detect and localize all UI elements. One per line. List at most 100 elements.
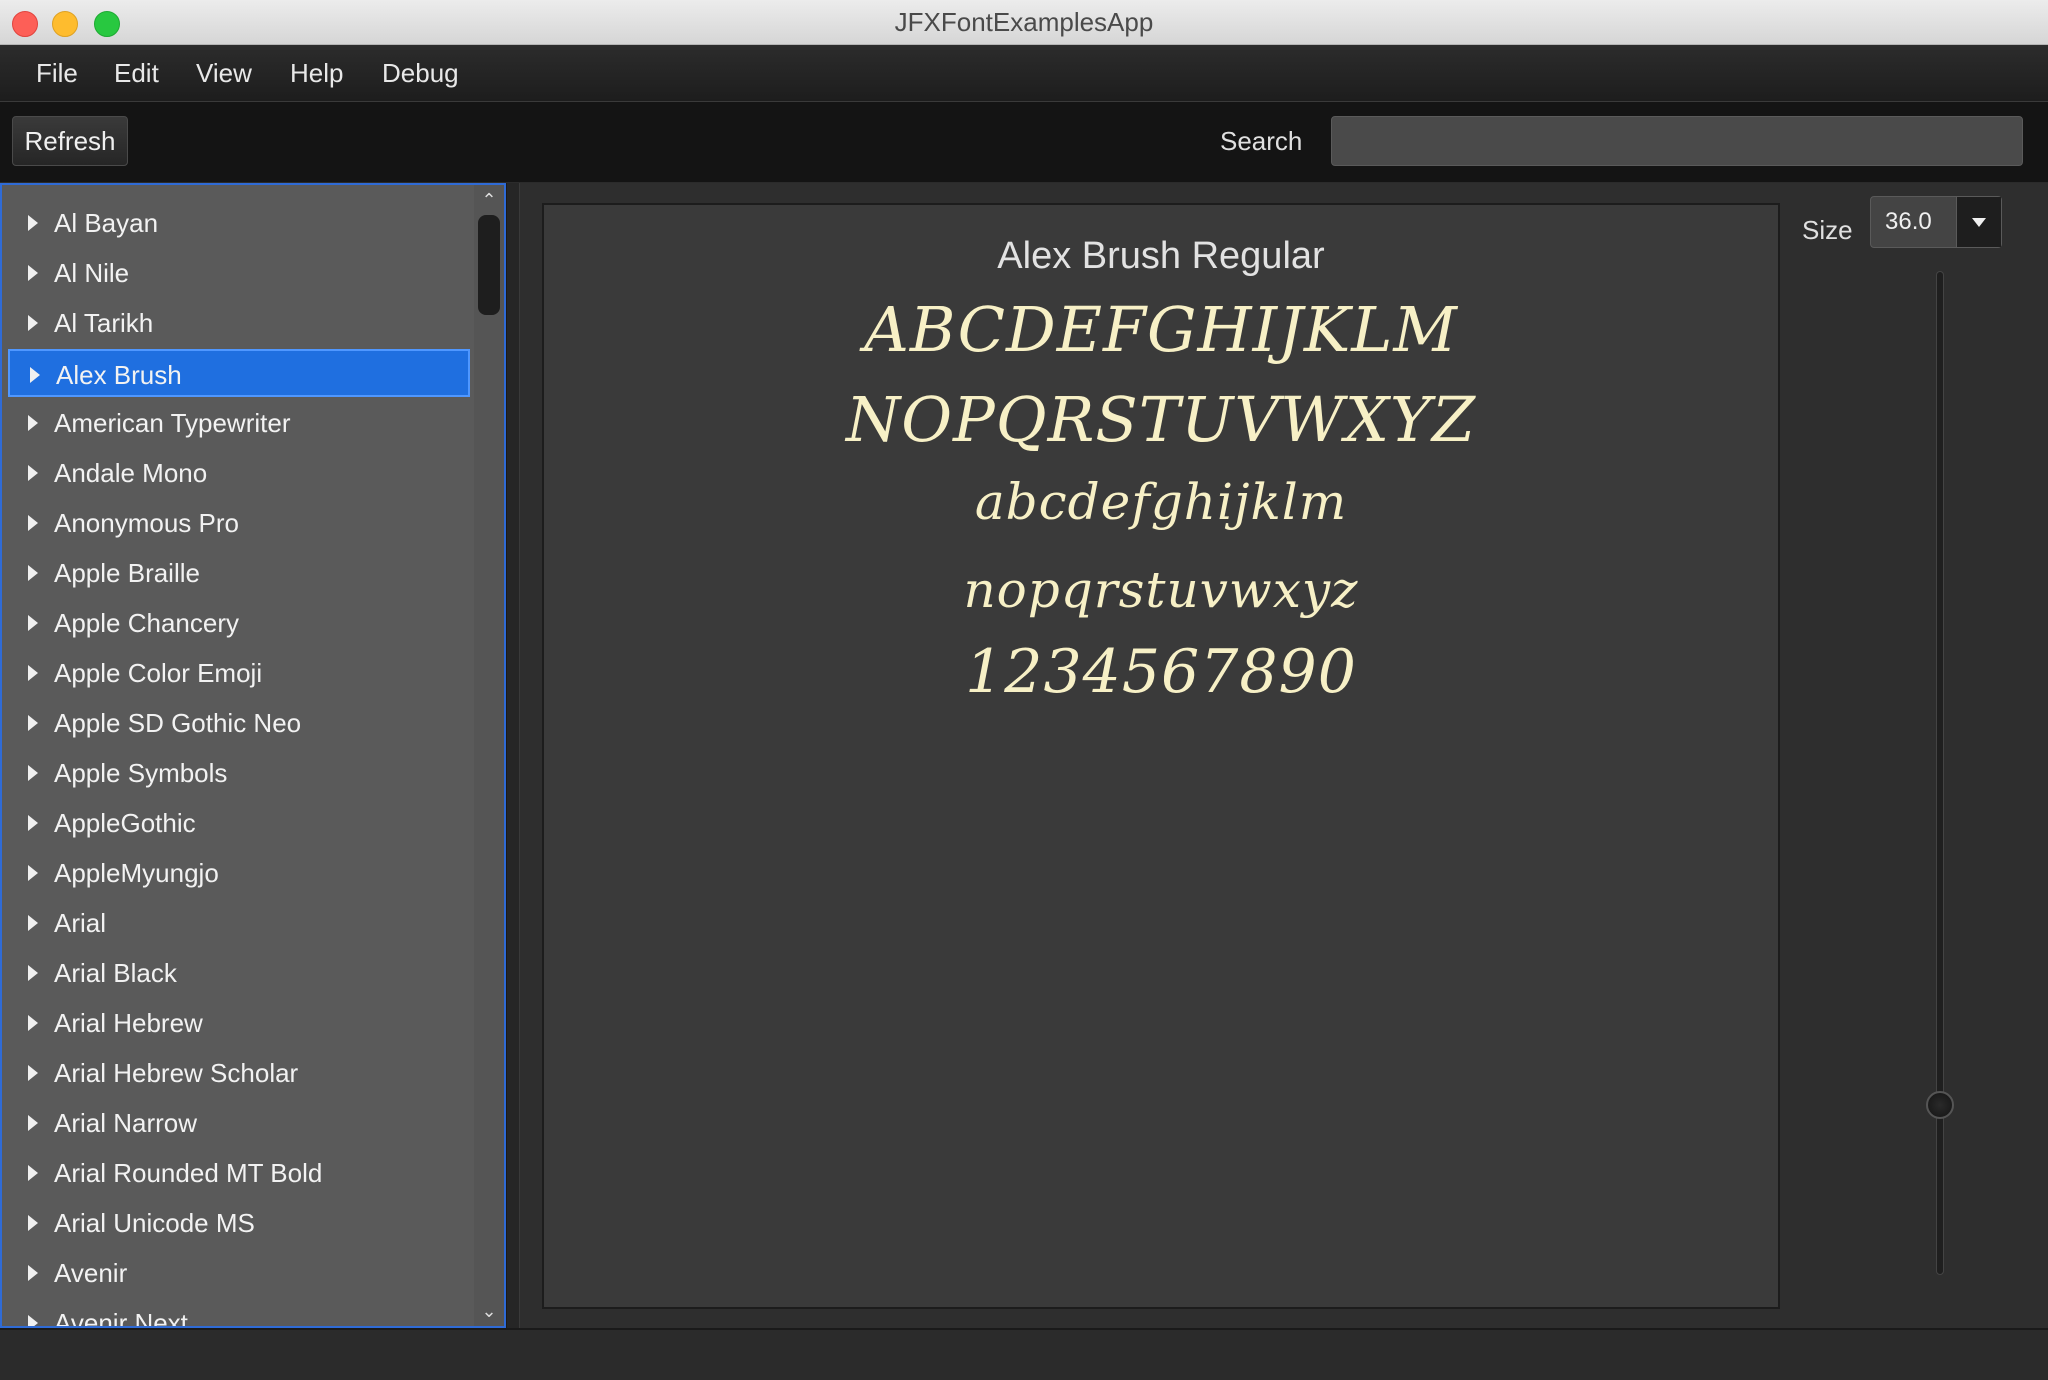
size-value: 36.0 [1885, 208, 1932, 235]
font-list-item[interactable]: Avenir [8, 1249, 470, 1297]
triangle-right-icon[interactable] [30, 367, 40, 383]
list-scrollbar[interactable] [474, 185, 504, 1326]
menu-edit[interactable]: Edit [114, 45, 159, 101]
triangle-right-icon[interactable] [28, 465, 38, 481]
font-list-item[interactable]: Arial Black [8, 949, 470, 997]
menu-file[interactable]: File [36, 45, 78, 101]
triangle-right-icon[interactable] [28, 1165, 38, 1181]
font-list-item-label: Apple Braille [54, 558, 200, 588]
font-list-item[interactable]: Al Bayan [8, 199, 470, 247]
font-list-item[interactable]: Alex Brush [8, 349, 470, 397]
triangle-right-icon[interactable] [28, 915, 38, 931]
font-list[interactable]: Al Bayan Al Nile Al Tarikh Alex Brush Americ… [0, 183, 506, 1328]
triangle-right-icon[interactable] [28, 1065, 38, 1081]
font-list-item-label: Andale Mono [54, 458, 208, 488]
size-slider-thumb[interactable] [1926, 1090, 1954, 1119]
font-list-item-label: Al Nile [54, 258, 130, 288]
font-list-item-label: Apple Color Emoji [54, 658, 263, 688]
size-dropdown-button[interactable] [1956, 197, 2001, 247]
sample-lowercase-2: nopqrstuvwxyz [963, 561, 1359, 619]
font-list-item-label: Apple Chancery [54, 608, 239, 638]
font-list-item[interactable]: Avenir Next [8, 1299, 470, 1328]
triangle-right-icon[interactable] [28, 1115, 38, 1131]
size-slider[interactable] [1936, 271, 1944, 1275]
font-list-item-label: Arial [54, 908, 107, 938]
font-list-item-label: Apple SD Gothic Neo [54, 708, 302, 738]
font-list-item-label: Arial Black [54, 958, 177, 988]
font-list-item[interactable]: American Typewriter [8, 399, 470, 447]
triangle-right-icon[interactable] [28, 565, 38, 581]
font-list-item[interactable]: Arial Hebrew [8, 999, 470, 1047]
triangle-right-icon[interactable] [28, 315, 38, 331]
sample-digits: 1234567890 [965, 637, 1357, 707]
font-list-item[interactable]: Apple Chancery [8, 599, 470, 647]
search-input[interactable] [1331, 116, 2023, 166]
font-list-item-label: Avenir Next [54, 1308, 188, 1328]
font-list-item[interactable]: Andale Mono [8, 449, 470, 497]
triangle-right-icon[interactable] [28, 815, 38, 831]
split-divider[interactable] [506, 183, 520, 1328]
menu-debug[interactable]: Debug [382, 45, 459, 101]
font-list-item-label: Alex Brush [56, 360, 182, 390]
sample-uppercase-2: NOPQRSTUVWXYZ [845, 383, 1477, 456]
font-list-item[interactable]: Arial [8, 899, 470, 947]
list-scroll-thumb[interactable] [478, 215, 500, 315]
font-list-item-label: Avenir [54, 1258, 128, 1288]
refresh-button[interactable]: Refresh [12, 116, 128, 166]
font-list-item-label: Arial Unicode MS [54, 1208, 255, 1238]
font-list-item-label: AppleMyungjo [54, 858, 219, 888]
font-list-item[interactable]: Arial Unicode MS [8, 1199, 470, 1247]
triangle-right-icon[interactable] [28, 215, 38, 231]
sample-uppercase-1: ABCDEFGHIJKLM [864, 293, 1458, 366]
font-list-item-label: American Typewriter [54, 408, 291, 438]
font-list-item[interactable]: Apple Color Emoji [8, 649, 470, 697]
scroll-up-icon[interactable]: ⌃ [476, 189, 502, 211]
sample-lowercase-1: abcdefghijklm [974, 473, 1348, 531]
font-list-item[interactable]: Apple SD Gothic Neo [8, 699, 470, 747]
font-list-item[interactable]: Al Nile [8, 249, 470, 297]
triangle-right-icon[interactable] [28, 265, 38, 281]
triangle-right-icon[interactable] [28, 1315, 38, 1326]
font-list-item-label: Anonymous Pro [54, 508, 239, 538]
font-list-item[interactable]: AppleGothic [8, 799, 470, 847]
triangle-right-icon[interactable] [28, 765, 38, 781]
menu-bar: File Edit View Help Debug [0, 45, 2048, 102]
font-list-item-label: Al Bayan [54, 208, 159, 238]
font-list-item[interactable]: Arial Hebrew Scholar [8, 1049, 470, 1097]
size-combobox[interactable]: 36.0 [1870, 196, 2002, 248]
triangle-right-icon[interactable] [28, 865, 38, 881]
scroll-down-icon[interactable]: ⌄ [476, 1300, 502, 1322]
toolbar: Refresh Search [0, 102, 2048, 182]
size-label: Size [1802, 215, 1853, 245]
triangle-right-icon[interactable] [28, 715, 38, 731]
triangle-right-icon[interactable] [28, 615, 38, 631]
chevron-down-icon [1972, 218, 1986, 227]
font-list-item[interactable]: Arial Rounded MT Bold [8, 1149, 470, 1197]
font-list-item[interactable]: Al Tarikh [8, 299, 470, 347]
menu-view[interactable]: View [196, 45, 252, 101]
font-list-item-label: Al Tarikh [54, 308, 154, 338]
triangle-right-icon[interactable] [28, 665, 38, 681]
triangle-right-icon[interactable] [28, 965, 38, 981]
font-list-item-label: Arial Hebrew Scholar [54, 1058, 299, 1088]
preview-area: Alex Brush Regular ABCDEFGHIJKLM NOPQRST… [520, 183, 2048, 1328]
font-list-item-label: Arial Narrow [54, 1108, 198, 1138]
triangle-right-icon[interactable] [28, 515, 38, 531]
font-list-item[interactable]: AppleMyungjo [8, 849, 470, 897]
status-bar [0, 1328, 2048, 1380]
triangle-right-icon[interactable] [28, 415, 38, 431]
menu-help[interactable]: Help [290, 45, 343, 101]
title-bar: JFXFontExamplesApp [0, 0, 2048, 45]
preview-font-name: Alex Brush Regular [997, 235, 1325, 277]
window-title: JFXFontExamplesApp [894, 7, 1154, 37]
font-list-item[interactable]: Apple Symbols [8, 749, 470, 797]
triangle-right-icon[interactable] [28, 1015, 38, 1031]
font-list-item-label: Arial Rounded MT Bold [54, 1158, 323, 1188]
search-label: Search [1220, 126, 1303, 156]
font-list-item-label: Apple Symbols [54, 758, 228, 788]
triangle-right-icon[interactable] [28, 1265, 38, 1281]
font-list-item[interactable]: Anonymous Pro [8, 499, 470, 547]
triangle-right-icon[interactable] [28, 1215, 38, 1231]
font-list-item[interactable]: Arial Narrow [8, 1099, 470, 1147]
font-list-item[interactable]: Apple Braille [8, 549, 470, 597]
